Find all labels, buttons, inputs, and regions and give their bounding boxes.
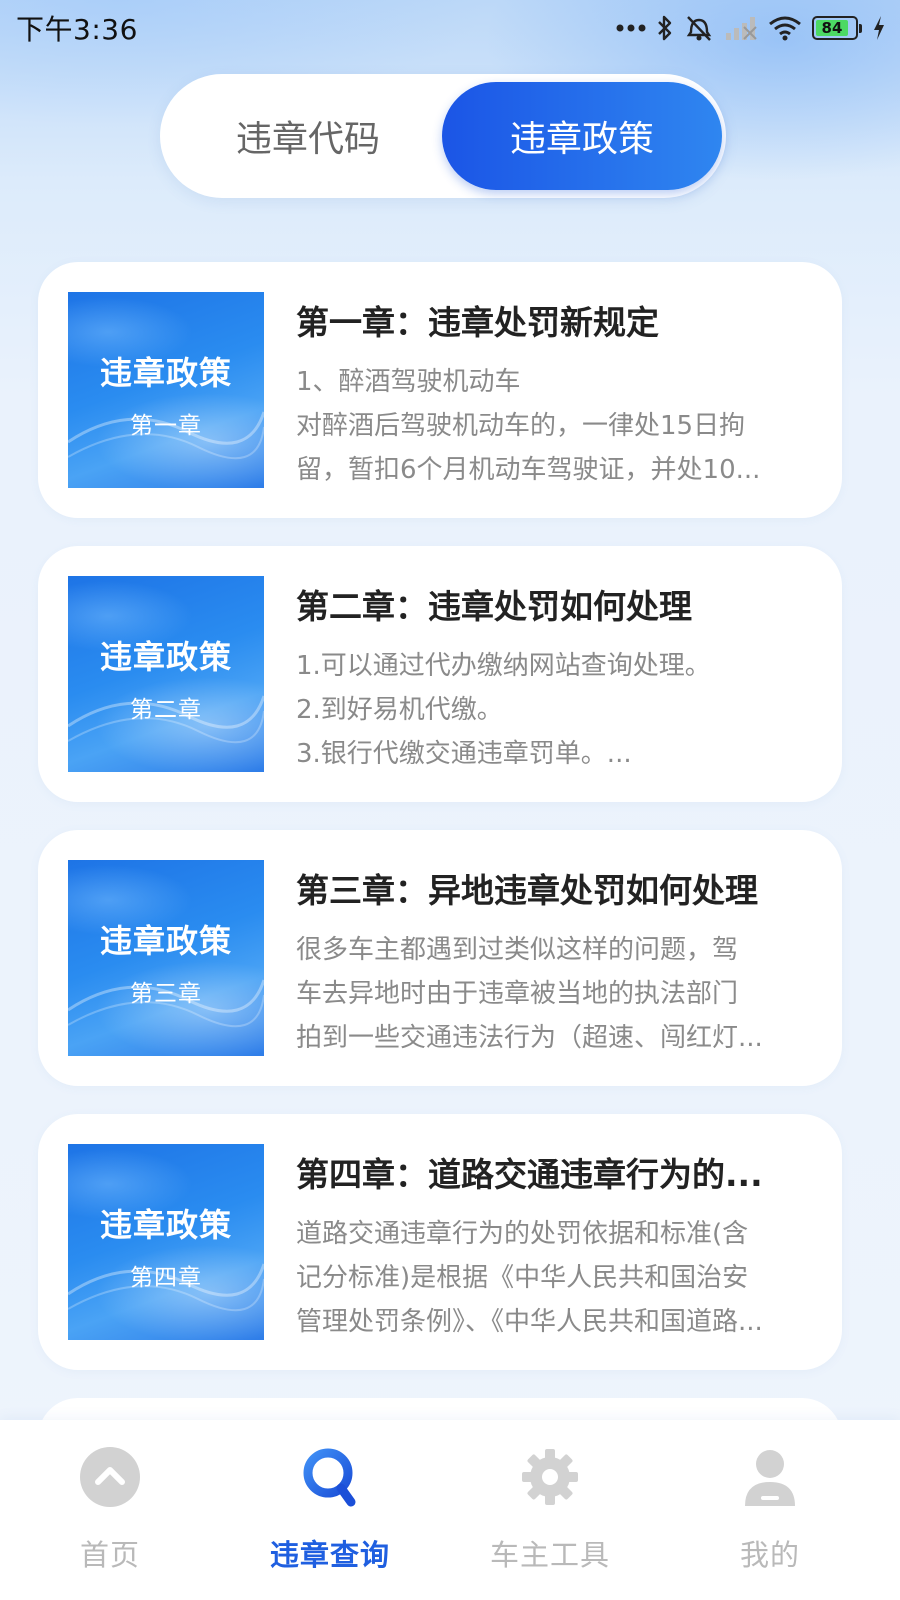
description-line: 2.到好易机代缴。 <box>296 695 503 725</box>
list-item[interactable]: 违章政策 第一章 第一章：违章处罚新规定 1、醉酒驾驶机动车 对醉酒后驾驶机动车… <box>38 262 842 518</box>
card-description: 道路交通违章行为的处罚依据和标准(含 记分标准)是根据《中华人民共和国治安 管理… <box>296 1212 812 1344</box>
chapter-thumbnail: 违章政策 第二章 <box>68 576 264 772</box>
battery-icon: 84 <box>812 16 862 40</box>
card-description: 1.可以通过代办缴纳网站查询处理。 2.到好易机代缴。 3.银行代缴交通违章罚单… <box>296 644 812 776</box>
charging-icon <box>872 15 886 41</box>
description-line: 道路交通违章行为的处罚依据和标准(含 <box>296 1219 749 1249</box>
thumbnail-chapter: 第三章 <box>130 981 202 1007</box>
card-description: 很多车主都遇到过类似这样的问题，驾 车去异地时由于违章被当地的执法部门 拍到一些… <box>296 928 812 1060</box>
thumbnail-chapter: 第四章 <box>130 1265 202 1291</box>
thumbnail-chapter: 第二章 <box>130 697 202 723</box>
more-dots-icon <box>616 23 646 33</box>
description-line: 很多车主都遇到过类似这样的问题，驾 <box>296 935 739 965</box>
thumbnail-title: 违章政策 <box>99 922 232 960</box>
card-title: 第三章：异地违章处罚如何处理 <box>296 871 758 910</box>
description-line: 车去异地时由于违章被当地的执法部门 <box>296 979 739 1009</box>
search-icon <box>297 1444 363 1510</box>
card-title: 第一章：违章处罚新规定 <box>296 303 659 342</box>
thumbnail-title: 违章政策 <box>99 1206 232 1244</box>
tab-violation-code[interactable]: 违章代码 <box>168 82 448 190</box>
description-line: 1、醉酒驾驶机动车 <box>296 367 521 397</box>
nav-owner-tools[interactable]: 车主工具 <box>440 1444 660 1594</box>
thumbnail-chapter: 第一章 <box>130 413 202 439</box>
user-icon <box>737 1444 803 1510</box>
tab-violation-policy[interactable]: 违章政策 <box>442 82 722 190</box>
segmented-tabs: 违章代码 违章政策 <box>160 74 726 198</box>
chapter-thumbnail: 违章政策 第一章 <box>68 292 264 488</box>
signal-icon <box>724 15 758 41</box>
list-item[interactable]: 违章政策 第二章 第二章：违章处罚如何处理 1.可以通过代办缴纳网站查询处理。 … <box>38 546 842 802</box>
nav-label: 违章查询 <box>269 1538 390 1572</box>
chapter-thumbnail: 违章政策 第四章 <box>68 1144 264 1340</box>
battery-level: 84 <box>816 19 848 37</box>
nav-mine[interactable]: 我的 <box>660 1444 880 1594</box>
alarm-off-icon <box>684 14 714 42</box>
description-line: 拍到一些交通违法行为（超速、闯红灯... <box>296 1023 763 1053</box>
gear-icon <box>517 1444 583 1510</box>
description-line: 3.银行代缴交通违章罚单。... <box>296 739 632 769</box>
list-item[interactable]: 违章政策 第四章 第四章：道路交通违章行为的... 道路交通违章行为的处罚依据和… <box>38 1114 842 1370</box>
status-icons: 84 <box>616 14 886 42</box>
home-up-icon <box>77 1444 143 1510</box>
nav-label: 首页 <box>79 1538 140 1572</box>
bottom-nav: 首页 违章查询 车主工具 我的 <box>0 1420 900 1600</box>
status-bar: 下午3:36 84 <box>0 0 900 56</box>
nav-label: 车主工具 <box>489 1538 610 1572</box>
wifi-icon <box>768 15 802 41</box>
card-title: 第四章：道路交通违章行为的... <box>296 1155 763 1194</box>
thumbnail-title: 违章政策 <box>99 638 232 676</box>
status-time: 下午3:36 <box>16 13 138 46</box>
card-description: 1、醉酒驾驶机动车 对醉酒后驾驶机动车的，一律处15日拘 留，暂扣6个月机动车驾… <box>296 360 812 492</box>
nav-violation-query[interactable]: 违章查询 <box>220 1444 440 1594</box>
bluetooth-icon <box>656 14 674 42</box>
description-line: 记分标准)是根据《中华人民共和国治安 <box>296 1263 749 1293</box>
description-line: 1.可以通过代办缴纳网站查询处理。 <box>296 651 711 681</box>
chapter-thumbnail: 违章政策 第三章 <box>68 860 264 1056</box>
thumbnail-title: 违章政策 <box>99 354 232 392</box>
card-title: 第二章：违章处罚如何处理 <box>296 587 692 626</box>
description-line: 对醉酒后驾驶机动车的，一律处15日拘 <box>296 411 746 441</box>
list-item[interactable]: 违章政策 第三章 第三章：异地违章处罚如何处理 很多车主都遇到过类似这样的问题，… <box>38 830 842 1086</box>
nav-label: 我的 <box>739 1538 800 1572</box>
description-line: 管理处罚条例》、《中华人民共和国道路... <box>296 1307 763 1337</box>
description-line: 留，暂扣6个月机动车驾驶证，并处10... <box>296 455 761 485</box>
nav-home[interactable]: 首页 <box>0 1444 220 1594</box>
